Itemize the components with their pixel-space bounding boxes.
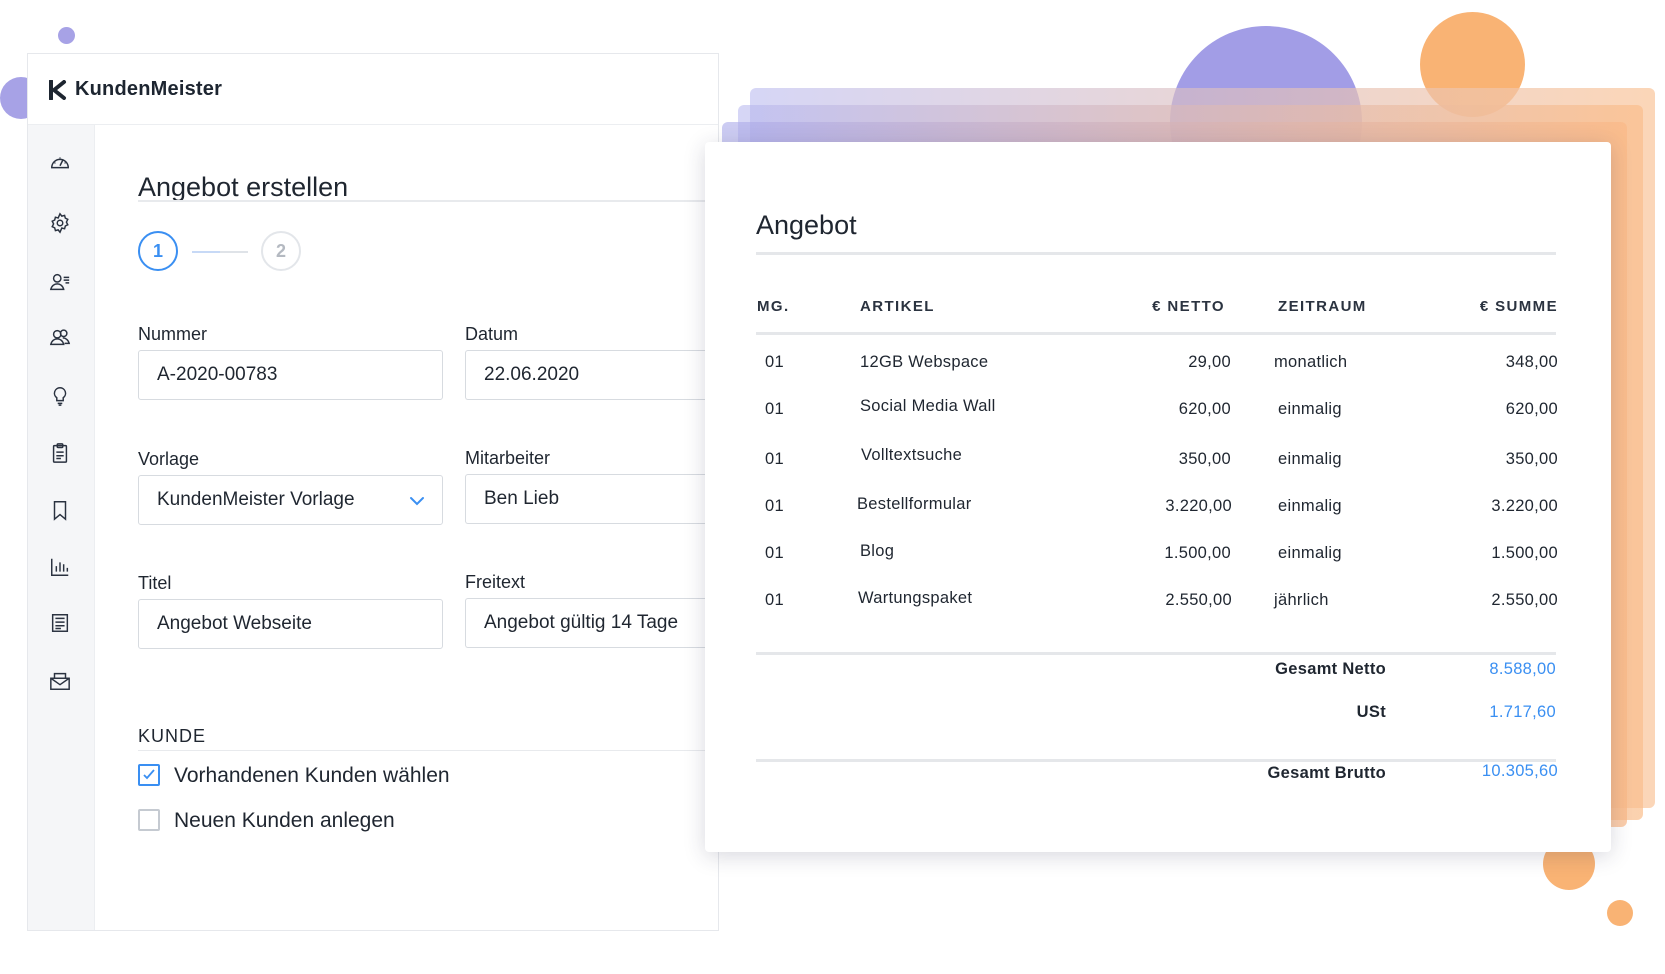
row-qty: 01 (765, 591, 784, 609)
divider (756, 252, 1556, 255)
vat-label: USt (1356, 703, 1386, 721)
total-net-label: Gesamt Netto (1275, 660, 1386, 678)
row-net: 620,00 (1178, 400, 1231, 418)
total-gross-label: Gesamt Brutto (1267, 764, 1386, 782)
datum-label: Datum (465, 324, 519, 344)
row-period: einmalig (1278, 497, 1342, 515)
vorlage-label: Vorlage (138, 449, 200, 469)
logo-icon (49, 80, 66, 100)
document-list-icon[interactable] (48, 611, 72, 635)
freitext-field[interactable]: Angebot gültig 14 Tage (465, 598, 718, 648)
divider (138, 200, 718, 202)
col-header-net: € NETTO (1152, 298, 1225, 315)
total-net-value: 8.588,00 (1489, 660, 1556, 678)
dashboard-icon[interactable] (48, 151, 72, 175)
row-qty: 01 (765, 497, 784, 515)
chevron-down-icon (410, 497, 424, 506)
row-sum: 620,00 (1505, 400, 1558, 418)
sidebar (28, 125, 95, 930)
row-period: monatlich (1274, 353, 1348, 371)
invoice-title: Angebot (756, 210, 857, 240)
ideas-icon[interactable] (48, 384, 72, 408)
row-item: 12GB Webspace (860, 353, 989, 371)
row-item: Volltextsuche (861, 446, 963, 464)
decorative-dot (1607, 900, 1633, 926)
row-qty: 01 (765, 450, 784, 468)
row-net: 1.500,00 (1164, 544, 1231, 562)
divider (756, 332, 1556, 335)
nummer-field[interactable]: A-2020-00783 (138, 350, 443, 400)
row-period: jährlich (1274, 591, 1329, 609)
contacts-icon[interactable] (48, 270, 72, 294)
row-period: einmalig (1278, 450, 1342, 468)
existing-customer-checkbox[interactable] (138, 764, 160, 786)
row-net: 350,00 (1178, 450, 1231, 468)
divider (138, 750, 718, 751)
divider (756, 652, 1556, 655)
invoice-preview-card: Angebot MG. ARTIKEL € NETTO ZEITRAUM € S… (705, 142, 1611, 852)
row-sum: 2.550,00 (1491, 591, 1558, 609)
total-gross-value: 10.305,60 (1481, 762, 1558, 780)
mail-icon[interactable] (48, 669, 72, 693)
freitext-label: Freitext (465, 572, 526, 592)
row-qty: 01 (765, 400, 784, 418)
row-net: 2.550,00 (1165, 591, 1232, 609)
page-title: Angebot erstellen (138, 172, 349, 202)
vorlage-select[interactable]: KundenMeister Vorlage (138, 475, 443, 525)
titel-label: Titel (138, 573, 172, 593)
clipboard-icon[interactable] (48, 441, 72, 465)
checkmark-icon (143, 769, 155, 780)
kunde-section-label: KUNDE (138, 726, 207, 746)
mitarbeiter-field[interactable]: Ben Lieb (465, 474, 718, 524)
mitarbeiter-label: Mitarbeiter (465, 448, 551, 468)
customers-icon[interactable] (48, 325, 72, 349)
vorlage-value: KundenMeister Vorlage (157, 489, 355, 510)
col-header-period: ZEITRAUM (1278, 298, 1367, 315)
row-item: Bestellformular (857, 495, 972, 513)
row-sum: 350,00 (1505, 450, 1558, 468)
row-sum: 1.500,00 (1491, 544, 1558, 562)
row-item: Blog (860, 542, 895, 560)
col-header-item: ARTIKEL (860, 298, 935, 315)
new-customer-label[interactable]: Neuen Kunden anlegen (174, 809, 395, 833)
vat-value: 1.717,60 (1489, 703, 1556, 721)
brand-name: KundenMeister (75, 78, 223, 100)
decorative-dot (58, 27, 75, 44)
row-qty: 01 (765, 544, 784, 562)
row-net: 3.220,00 (1165, 497, 1232, 515)
datum-field[interactable]: 22.06.2020 (465, 350, 718, 400)
row-period: einmalig (1278, 400, 1342, 418)
row-sum: 3.220,00 (1491, 497, 1558, 515)
nummer-label: Nummer (138, 324, 208, 344)
step-connector (192, 251, 248, 253)
row-item: Social Media Wall (860, 397, 996, 415)
existing-customer-label[interactable]: Vorhandenen Kunden wählen (174, 764, 450, 788)
col-header-qty: MG. (757, 298, 790, 315)
row-item: Wartungspaket (858, 589, 973, 607)
top-bar: KundenMeister (28, 54, 718, 125)
reports-icon[interactable] (48, 555, 72, 579)
titel-field[interactable]: Angebot Webseite (138, 599, 443, 649)
row-period: einmalig (1278, 544, 1342, 562)
new-customer-checkbox[interactable] (138, 809, 160, 831)
row-sum: 348,00 (1505, 353, 1558, 371)
bookmark-icon[interactable] (48, 498, 72, 522)
row-qty: 01 (765, 353, 784, 371)
settings-icon[interactable] (48, 211, 72, 235)
step-1[interactable]: 1 (138, 231, 178, 271)
row-net: 29,00 (1188, 353, 1231, 371)
col-header-sum: € SUMME (1479, 298, 1558, 315)
step-2[interactable]: 2 (261, 231, 301, 271)
